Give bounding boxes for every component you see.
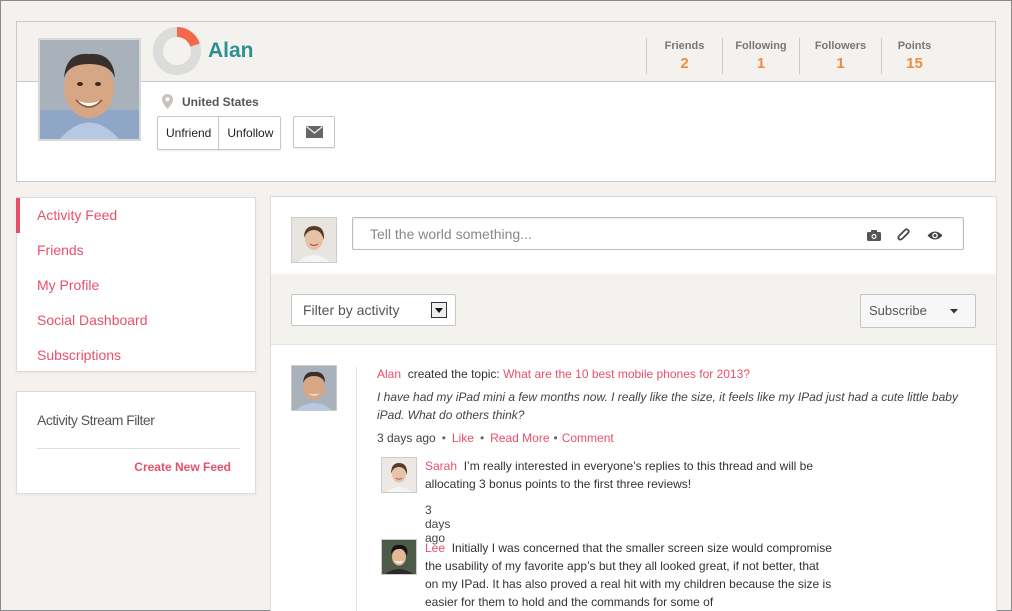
post-header: Alan created the topic: What are the 10 … (377, 367, 750, 381)
create-new-feed-link[interactable]: Create New Feed (134, 460, 231, 474)
activity-feed-panel: Tell the world something... Filter by ac… (270, 196, 997, 611)
timeline-line (356, 367, 357, 611)
separator-dot: • (441, 431, 446, 445)
composer-icons (867, 228, 943, 242)
sidebar-nav: Activity Feed Friends My Profile Social … (16, 197, 256, 372)
sidebar-item-activity-feed[interactable]: Activity Feed (16, 198, 255, 233)
read-more-link[interactable]: Read More (490, 431, 549, 445)
relationship-buttons: Unfriend Unfollow (157, 116, 282, 150)
chevron-down-icon (950, 309, 958, 314)
reply-author-avatar[interactable] (381, 539, 417, 575)
filter-by-activity-select[interactable]: Filter by activity (291, 294, 456, 326)
filter-select-value: Filter by activity (303, 302, 400, 318)
unfollow-button[interactable]: Unfollow (218, 117, 280, 149)
sidebar-item-social-dashboard[interactable]: Social Dashboard (17, 303, 255, 338)
current-user-avatar (291, 217, 337, 263)
composer-placeholder: Tell the world something... (370, 226, 532, 242)
divider (37, 448, 240, 449)
like-link[interactable]: Like (452, 431, 474, 445)
stat-following[interactable]: Following 1 (722, 38, 799, 74)
stat-label: Points (897, 40, 932, 52)
activity-stream-filter-panel: Activity Stream Filter Create New Feed (16, 391, 256, 494)
post-time: 3 days ago (377, 431, 436, 445)
post-body: I have had my iPad mini a few months now… (377, 390, 958, 422)
sidebar-item-my-profile[interactable]: My Profile (17, 268, 255, 303)
profile-name: Alan (208, 39, 254, 62)
separator-dot: • (553, 431, 558, 445)
stat-value: 1 (756, 55, 766, 72)
profile-stats: Friends 2 Following 1 Followers 1 Points… (646, 38, 947, 74)
post-author-link[interactable]: Alan (377, 367, 401, 381)
reply-author-link[interactable]: Sarah (425, 459, 457, 473)
profile-card: Alan Friends 2 Following 1 Followers 1 P… (16, 21, 996, 182)
stat-points[interactable]: Points 15 (881, 38, 947, 74)
stat-friends[interactable]: Friends 2 (646, 38, 722, 74)
activity-stream-filter-title: Activity Stream Filter (37, 412, 155, 428)
eye-icon[interactable] (927, 230, 943, 241)
stat-followers[interactable]: Followers 1 (799, 38, 881, 74)
reply-author-avatar[interactable] (381, 457, 417, 493)
reply-body: Initially I was concerned that the small… (425, 541, 832, 609)
profile-progress-ring (152, 26, 202, 76)
post-meta: 3 days ago • Like • Read More • Comment (377, 431, 614, 445)
subscribe-label: Subscribe (869, 303, 927, 318)
dropdown-arrow-icon (431, 302, 447, 318)
message-button[interactable] (293, 116, 335, 148)
unfriend-button[interactable]: Unfriend (158, 117, 218, 149)
sidebar-item-subscriptions[interactable]: Subscriptions (17, 338, 255, 373)
stat-label: Followers (814, 40, 867, 52)
post-author-avatar[interactable] (291, 365, 337, 411)
location-pin-icon (162, 94, 173, 109)
reply-text: Lee Initially I was concerned that the s… (425, 539, 833, 611)
reply-text: Sarah I’m really interested in everyone’… (425, 457, 833, 493)
stat-value: 1 (836, 55, 845, 72)
post-topic-link[interactable]: What are the 10 best mobile phones for 2… (503, 367, 750, 381)
separator-dot: • (479, 431, 485, 445)
stat-value: 15 (906, 55, 923, 72)
reply-body: I’m really interested in everyone’s repl… (425, 459, 813, 491)
profile-location: United States (162, 94, 259, 109)
stat-label: Friends (664, 40, 705, 52)
stat-value: 2 (680, 55, 689, 72)
camera-icon[interactable] (867, 229, 881, 241)
paperclip-icon[interactable] (897, 228, 911, 242)
location-text: United States (182, 94, 259, 109)
stat-label: Following (735, 40, 787, 52)
comment-link[interactable]: Comment (562, 431, 614, 445)
sidebar-item-friends[interactable]: Friends (17, 233, 255, 268)
reply-author-link[interactable]: Lee (425, 541, 445, 555)
envelope-icon (305, 126, 323, 138)
post-action-text: created the topic: (407, 367, 500, 381)
profile-avatar (38, 38, 141, 141)
status-composer[interactable]: Tell the world something... (352, 217, 964, 250)
subscribe-dropdown[interactable]: Subscribe (860, 294, 976, 328)
